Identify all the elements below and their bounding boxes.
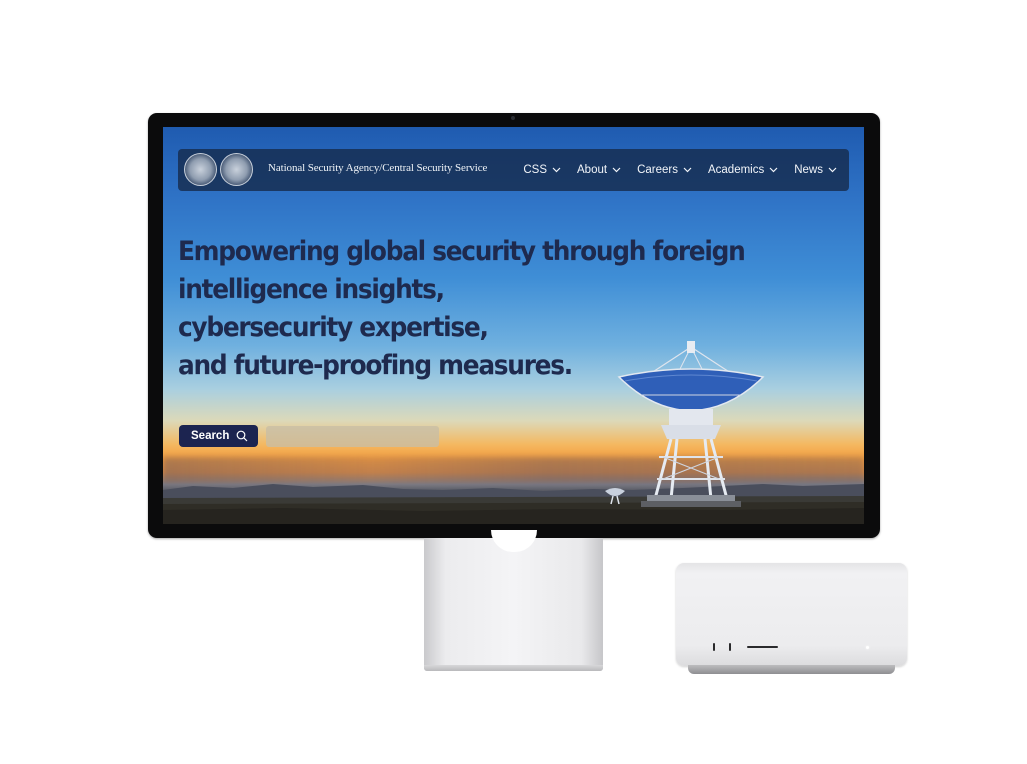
mac-studio-computer <box>676 563 907 666</box>
hero-headline: Empowering global security through forei… <box>178 233 746 385</box>
distant-dish-image <box>605 488 625 505</box>
search-button-label: Search <box>191 430 230 442</box>
stand-cutout <box>491 530 537 552</box>
stand-foot <box>424 665 603 671</box>
nav-item-label: About <box>577 164 608 176</box>
sd-slot-icon <box>747 646 778 648</box>
site-name-link[interactable]: National Security Agency/Central Securit… <box>268 162 487 174</box>
chevron-down-icon <box>769 167 778 173</box>
camera-dot <box>511 116 515 120</box>
search-icon <box>236 430 248 442</box>
nav-item-news[interactable]: News <box>786 164 845 176</box>
hero-line: Empowering global security through forei… <box>178 236 746 267</box>
nav-item-careers[interactable]: Careers <box>629 164 700 176</box>
hero-line: and future-proofing measures. <box>178 350 573 381</box>
nav-item-label: CSS <box>523 164 548 176</box>
chevron-down-icon <box>828 167 837 173</box>
studio-display-monitor: National Security Agency/Central Securit… <box>148 113 880 538</box>
chevron-down-icon <box>683 167 692 173</box>
nav-item-label: News <box>794 164 823 176</box>
main-nav: CSS About Careers Academics News <box>515 149 845 191</box>
nav-item-about[interactable]: About <box>569 164 629 176</box>
nav-item-academics[interactable]: Academics <box>700 164 786 176</box>
usb-port-icon <box>729 643 731 651</box>
nav-item-css[interactable]: CSS <box>515 164 569 176</box>
power-led-icon <box>866 646 869 649</box>
hero-line: intelligence insights, <box>178 274 445 305</box>
usb-port-icon <box>713 643 715 651</box>
chevron-down-icon <box>612 167 621 173</box>
nav-item-label: Academics <box>707 164 765 176</box>
search-input[interactable] <box>266 426 439 447</box>
monitor-stand <box>424 530 603 671</box>
site-header: National Security Agency/Central Securit… <box>178 149 849 191</box>
mac-studio-base <box>688 665 895 674</box>
hero-line: cybersecurity expertise, <box>178 312 489 343</box>
search-button[interactable]: Search <box>179 425 258 447</box>
css-seal-icon[interactable] <box>220 153 253 186</box>
website-screen: National Security Agency/Central Securit… <box>163 127 864 524</box>
nsa-seal-icon[interactable] <box>184 153 217 186</box>
nav-item-label: Careers <box>637 164 678 176</box>
chevron-down-icon <box>552 167 561 173</box>
